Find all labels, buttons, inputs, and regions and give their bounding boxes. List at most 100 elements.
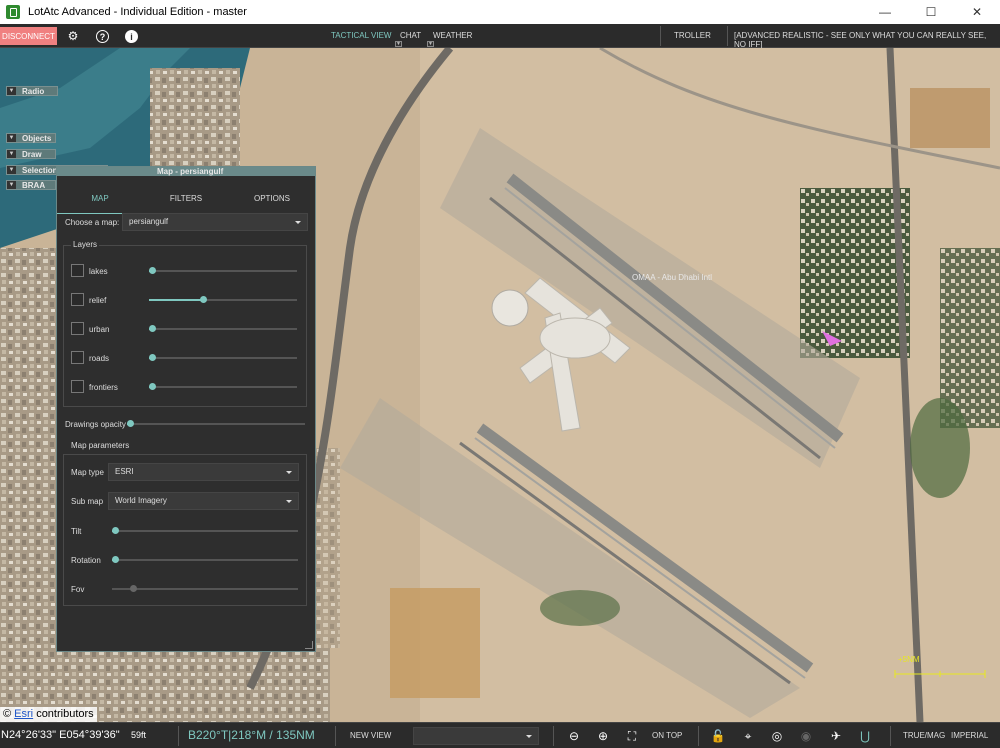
layer-urban-slider[interactable]: [149, 325, 297, 332]
map-attribution: © Esri contributors: [0, 707, 97, 722]
panel-title[interactable]: Map - persiangulf: [57, 167, 315, 176]
radio-panel-header[interactable]: ▼ Radio: [6, 86, 58, 96]
layer-frontiers-slider[interactable]: [149, 383, 297, 390]
slider-handle[interactable]: [149, 325, 156, 332]
layer-label: relief: [89, 296, 107, 305]
fov-label: Fov: [71, 585, 85, 594]
drawings-opacity-slider[interactable]: [127, 420, 305, 427]
attribution-text: contributors: [36, 708, 94, 720]
rotation-slider[interactable]: [112, 556, 298, 563]
rotation-label: Rotation: [71, 556, 101, 565]
zoom-in-icon[interactable]: ⊕: [595, 728, 611, 744]
choose-map-select[interactable]: persiangulf: [122, 213, 308, 231]
zoom-out-icon[interactable]: ⊖: [566, 728, 582, 744]
braa-panel-header[interactable]: ▼ BRAA: [6, 180, 56, 190]
new-view-button[interactable]: NEW VIEW: [350, 731, 391, 740]
top-toolbar: DISCONNECT ⚙ ? i TACTICAL VIEW CHAT ▼ WE…: [0, 24, 1000, 49]
slider-handle[interactable]: [112, 556, 119, 563]
gear-icon[interactable]: ⚙: [65, 28, 81, 44]
chat-expand-arrow[interactable]: ▼: [395, 41, 402, 47]
target-icon[interactable]: ◎: [769, 728, 785, 744]
map-parameters-label: Map parameters: [71, 441, 130, 450]
layer-roads-checkbox[interactable]: [71, 351, 84, 364]
separator: [698, 726, 699, 746]
minimize-button[interactable]: —: [862, 0, 908, 24]
tab-chat[interactable]: CHAT: [400, 31, 421, 40]
drawings-opacity-label: Drawings opacity: [65, 420, 126, 429]
layer-roads-slider[interactable]: [149, 354, 297, 361]
layer-label: lakes: [89, 267, 108, 276]
crosshair-icon[interactable]: ⌖: [740, 728, 756, 744]
true-mag-toggle[interactable]: TRUE/MAG: [903, 731, 945, 740]
close-button[interactable]: ✕: [954, 0, 1000, 24]
map-type-value: ESRI: [115, 467, 134, 476]
resize-grip[interactable]: [305, 641, 313, 649]
help-icon[interactable]: ?: [96, 30, 109, 43]
tab-weather[interactable]: WEATHER: [433, 31, 472, 40]
tilt-slider[interactable]: [112, 527, 298, 534]
airport-label[interactable]: OMAA - Abu Dhabi Intl: [632, 273, 712, 282]
tilt-label: Tilt: [71, 527, 82, 536]
fov-slider[interactable]: [112, 585, 298, 592]
troller-button[interactable]: TROLLER: [674, 31, 711, 40]
sub-map-label: Sub map: [71, 497, 104, 506]
fit-icon[interactable]: ⛶: [624, 728, 640, 744]
choose-map-value: persiangulf: [129, 217, 169, 226]
bearing-readout: B220°T|218°M / 135NM: [188, 728, 315, 742]
panel-label: Draw: [22, 149, 42, 159]
layer-lakes-slider[interactable]: [149, 267, 297, 274]
layer-label: frontiers: [89, 383, 118, 392]
units-toggle[interactable]: IMPERIAL: [951, 731, 988, 740]
collapse-icon: ▼: [7, 181, 16, 189]
tab-filters[interactable]: FILTERS: [143, 184, 229, 214]
tab-tactical-view[interactable]: TACTICAL VIEW: [331, 31, 391, 40]
slider-handle[interactable]: [127, 420, 134, 427]
on-top-button[interactable]: ON TOP: [652, 731, 682, 740]
info-icon[interactable]: i: [125, 30, 138, 43]
layer-relief-slider[interactable]: [149, 296, 297, 303]
slider-handle[interactable]: [149, 354, 156, 361]
panel-label: Radio: [22, 86, 45, 96]
layer-urban-checkbox[interactable]: [71, 322, 84, 335]
separator: [335, 726, 336, 746]
layer-lakes-checkbox[interactable]: [71, 264, 84, 277]
draw-panel-header[interactable]: ▼ Draw: [6, 149, 56, 159]
slider-handle[interactable]: [149, 267, 156, 274]
tab-map[interactable]: MAP: [57, 184, 143, 214]
layer-frontiers-checkbox[interactable]: [71, 380, 84, 393]
eye-icon[interactable]: ◉: [798, 728, 814, 744]
separator: [890, 726, 891, 746]
separator: [178, 726, 179, 746]
app-icon: [6, 5, 20, 19]
sub-map-select[interactable]: World Imagery: [108, 492, 299, 510]
window-title: LotAtc Advanced - Individual Edition - m…: [28, 6, 247, 18]
objects-panel-header[interactable]: ▼ Objects: [6, 133, 56, 143]
chevron-down-icon: [295, 221, 301, 224]
slider-handle[interactable]: [149, 383, 156, 390]
sub-map-value: World Imagery: [115, 496, 167, 505]
slider-handle[interactable]: [199, 296, 207, 303]
collapse-icon: ▼: [7, 134, 16, 142]
disconnect-button[interactable]: DISCONNECT: [0, 27, 57, 45]
choose-map-label: Choose a map:: [65, 218, 120, 227]
panel-label: Objects: [22, 133, 52, 143]
tab-options[interactable]: OPTIONS: [229, 184, 315, 214]
copyright-symbol: ©: [3, 708, 12, 720]
map-type-select[interactable]: ESRI: [108, 463, 299, 481]
separator: [727, 26, 728, 46]
unlock-icon[interactable]: 🔓: [710, 728, 726, 744]
aircraft-icon[interactable]: ✈: [828, 728, 844, 744]
separator: [553, 726, 554, 746]
maximize-button[interactable]: ☐: [908, 0, 954, 24]
altitude-readout: 59ft: [131, 730, 147, 740]
weather-expand-arrow[interactable]: ▼: [427, 41, 434, 47]
slider-handle[interactable]: [129, 585, 137, 592]
collapse-icon: ▼: [7, 150, 16, 158]
esri-link[interactable]: Esri: [14, 708, 33, 720]
layer-label: roads: [89, 354, 110, 363]
slider-handle[interactable]: [112, 527, 119, 534]
magnet-icon[interactable]: ⋃: [857, 728, 873, 744]
layer-relief-checkbox[interactable]: [71, 293, 84, 306]
slider-fill: [149, 299, 203, 301]
view-select[interactable]: [413, 727, 539, 745]
